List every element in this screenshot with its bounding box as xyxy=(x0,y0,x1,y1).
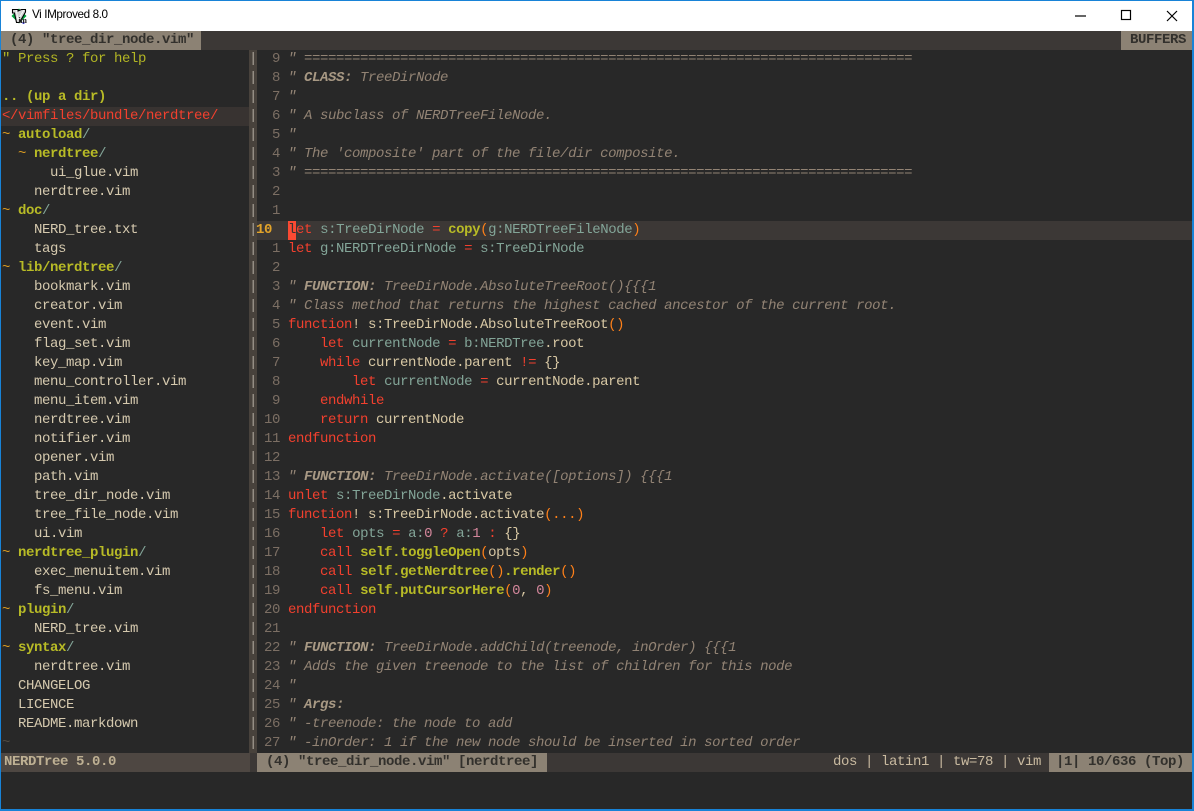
svg-text:im: im xyxy=(18,16,27,24)
